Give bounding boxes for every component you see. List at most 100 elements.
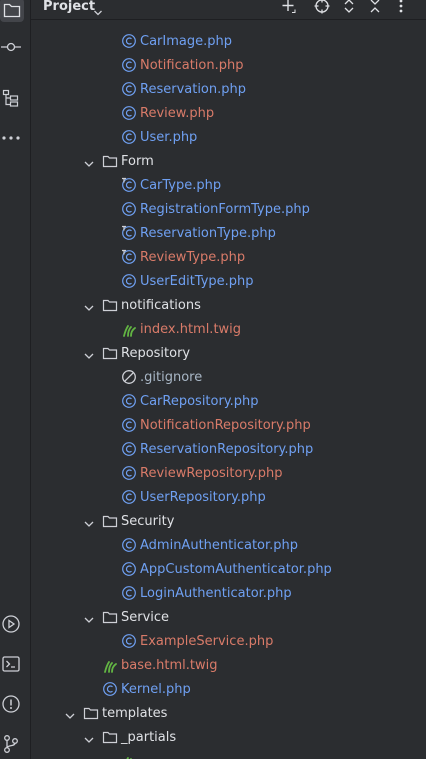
php-form-class-icon	[121, 249, 137, 265]
tree-item-base-twig[interactable]: base.html.twig	[31, 654, 426, 676]
tree-item-notificationrepository[interactable]: NotificationRepository.php	[31, 414, 426, 436]
collapse-icon[interactable]	[366, 0, 384, 15]
twig-icon	[121, 753, 137, 759]
tree-item-cartype[interactable]: CarType.php	[31, 174, 426, 196]
tree-item-loginauthenticator[interactable]: LoginAuthenticator.php	[31, 582, 426, 604]
chevron-down-icon[interactable]	[83, 347, 95, 359]
tree-item-kernel[interactable]: Kernel.php	[31, 678, 426, 700]
git-icon[interactable]	[0, 733, 22, 755]
tree-item-label: NotificationRepository.php	[140, 417, 311, 433]
tree-item-label: LoginAuthenticator.php	[140, 585, 292, 601]
tree-item-label: Service	[121, 609, 170, 625]
tree-item-label: Review.php	[140, 105, 215, 121]
tree-folder-security[interactable]: Security	[31, 510, 426, 532]
terminal-icon[interactable]	[0, 653, 22, 675]
run-icon[interactable]	[0, 613, 22, 635]
folder-icon	[102, 513, 118, 529]
tree-item-reviewrepository[interactable]: ReviewRepository.php	[31, 462, 426, 484]
folder-icon	[83, 705, 99, 721]
tree-item-label: ReservationType.php	[140, 225, 276, 241]
tree-item-gitignore[interactable]: .gitignore	[31, 366, 426, 388]
structure-icon[interactable]	[0, 87, 22, 109]
project-tree: CarImage.php Notification.php Reservatio…	[31, 20, 426, 759]
tree-item-review[interactable]: Review.php	[31, 102, 426, 124]
php-class-icon	[121, 81, 137, 97]
tree-item-label: Form	[121, 153, 154, 169]
chevron-down-icon[interactable]	[93, 2, 103, 21]
chevron-down-icon[interactable]	[83, 299, 95, 311]
tree-item-exampleservice[interactable]: ExampleService.php	[31, 630, 426, 652]
tree-folder-templates[interactable]: templates	[31, 702, 426, 724]
php-class-icon	[102, 681, 118, 697]
more-icon[interactable]	[0, 127, 22, 149]
tree-item-notification[interactable]: Notification.php	[31, 54, 426, 76]
tree-item-reservationtype[interactable]: ReservationType.php	[31, 222, 426, 244]
chevron-down-icon[interactable]	[83, 611, 95, 623]
tree-item-index-twig[interactable]: index.html.twig	[31, 318, 426, 340]
tree-folder-notifications[interactable]: notifications	[31, 294, 426, 316]
tree-item-appcustomauthenticator[interactable]: AppCustomAuthenticator.php	[31, 558, 426, 580]
php-class-icon	[121, 633, 137, 649]
folder-icon	[102, 297, 118, 313]
problems-icon[interactable]	[0, 693, 22, 715]
folder-icon	[102, 153, 118, 169]
tree-item-label: Reservation.php	[140, 81, 246, 97]
php-class-icon	[121, 417, 137, 433]
folder-icon	[102, 345, 118, 361]
php-class-icon	[121, 537, 137, 553]
tree-item-label: UserEditType.php	[140, 273, 254, 289]
tree-item-carrepository[interactable]: CarRepository.php	[31, 390, 426, 412]
tree-folder-service[interactable]: Service	[31, 606, 426, 628]
php-class-icon	[121, 561, 137, 577]
ide-window: Project CarImage.php Notification.php Re…	[0, 0, 426, 759]
php-form-class-icon	[121, 177, 137, 193]
chevron-down-icon[interactable]	[83, 731, 95, 743]
tree-item-label: .gitignore	[140, 369, 203, 385]
chevron-down-icon[interactable]	[83, 155, 95, 167]
tree-item-reviewtype[interactable]: ReviewType.php	[31, 246, 426, 268]
php-class-icon	[121, 129, 137, 145]
chevron-down-icon[interactable]	[83, 515, 95, 527]
commit-icon[interactable]	[0, 36, 22, 58]
php-class-icon	[121, 33, 137, 49]
tree-item-registrationformtype[interactable]: RegistrationFormType.php	[31, 198, 426, 220]
folder-icon	[102, 729, 118, 745]
tree-item-label: ReviewRepository.php	[140, 465, 283, 481]
tree-item-label: ExampleService.php	[140, 633, 274, 649]
project-header: Project	[31, 0, 426, 20]
tree-folder-repository[interactable]: Repository	[31, 342, 426, 364]
tree-item-user[interactable]: User.php	[31, 126, 426, 148]
tree-item-label: _partials	[121, 729, 177, 745]
php-class-icon	[121, 393, 137, 409]
chevron-down-icon[interactable]	[64, 707, 76, 719]
expand-icon[interactable]	[340, 0, 358, 15]
folder-icon[interactable]	[0, 0, 24, 22]
php-class-icon	[121, 441, 137, 457]
more-vertical-icon[interactable]	[392, 0, 410, 15]
tree-item-reservation[interactable]: Reservation.php	[31, 78, 426, 100]
tree-item-label: RegistrationFormType.php	[140, 201, 310, 217]
tree-item-adminauthenticator[interactable]: AdminAuthenticator.php	[31, 534, 426, 556]
tree-folder-partials[interactable]: _partials	[31, 726, 426, 748]
tree-item-carimage[interactable]: CarImage.php	[31, 30, 426, 52]
tree-item-label: UserRepository.php	[140, 489, 266, 505]
tool-window-strip	[0, 0, 31, 759]
locate-icon[interactable]	[313, 0, 331, 15]
twig-icon	[121, 321, 137, 337]
tree-item-label: User.php	[140, 129, 198, 145]
tree-item-label: CarType.php	[140, 177, 222, 193]
tree-item-userrepository[interactable]: UserRepository.php	[31, 486, 426, 508]
php-class-icon	[121, 465, 137, 481]
tree-item-partial[interactable]	[31, 750, 426, 759]
twig-icon	[102, 657, 118, 673]
tree-item-label: Security	[121, 513, 175, 529]
tree-item-label: ReviewType.php	[140, 249, 246, 265]
php-class-icon	[121, 273, 137, 289]
tree-item-label: Repository	[121, 345, 191, 361]
add-icon[interactable]	[280, 0, 298, 15]
project-title[interactable]: Project	[43, 0, 95, 14]
tree-item-useredittype[interactable]: UserEditType.php	[31, 270, 426, 292]
tree-folder-form[interactable]: Form	[31, 150, 426, 172]
tree-item-label: templates	[102, 705, 168, 721]
tree-item-reservationrepository[interactable]: ReservationRepository.php	[31, 438, 426, 460]
